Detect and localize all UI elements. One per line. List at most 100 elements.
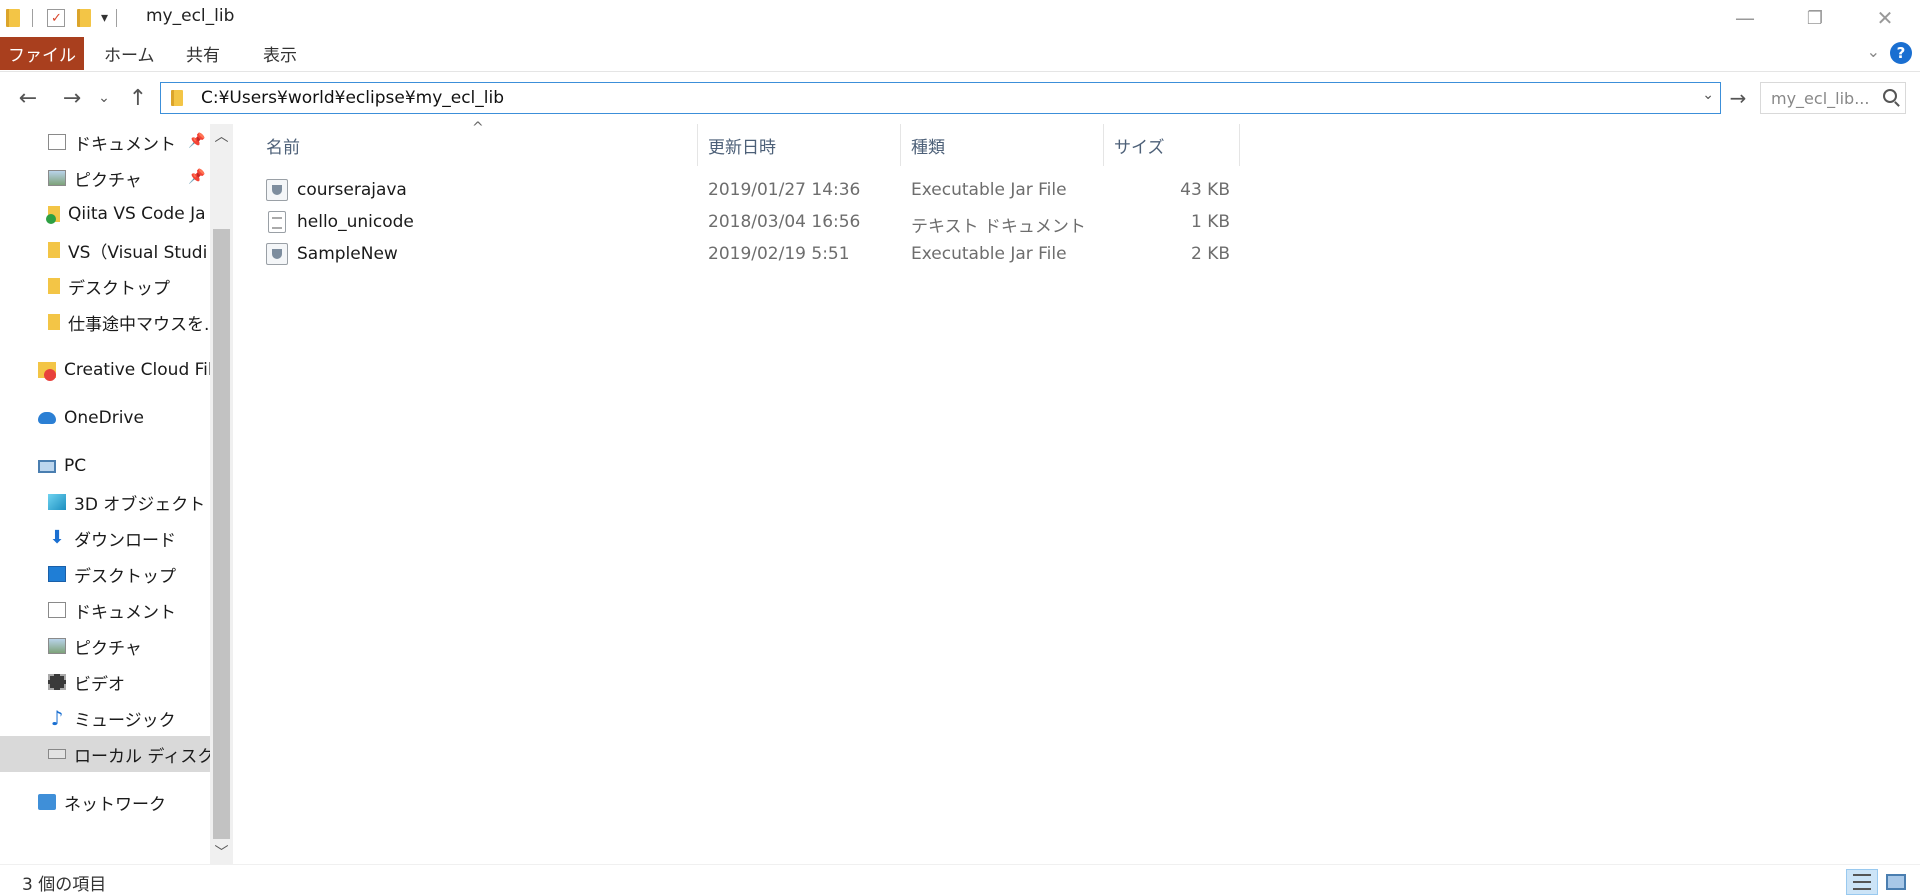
sidebar-item-desktop-quick[interactable]: デスクトップ (48, 268, 210, 304)
window-title: my_ecl_lib (146, 6, 235, 26)
tab-file[interactable]: ファイル (0, 37, 84, 70)
file-size: 43 KB (1180, 180, 1230, 200)
new-folder-icon[interactable] (77, 9, 91, 27)
restore-button[interactable]: ❐ (1780, 0, 1850, 36)
sidebar-item-3d-objects[interactable]: 3D オブジェクト (48, 484, 210, 520)
sidebar-scrollbar[interactable]: ︿ ﹀ (210, 124, 233, 864)
search-icon[interactable] (1883, 89, 1897, 103)
sidebar-item-documents[interactable]: ドキュメント (48, 592, 210, 628)
address-path[interactable]: C:¥Users¥world¥eclipse¥my_ecl_lib (201, 88, 504, 108)
column-header-type[interactable]: 種類 (901, 124, 1104, 166)
synced-folder-icon (46, 206, 60, 224)
desktop-icon (48, 566, 66, 582)
file-list: ^ 名前 更新日時 種類 サイズ courserajava 2019/01/27… (240, 120, 1920, 864)
help-icon[interactable]: ? (1890, 42, 1912, 64)
file-size: 1 KB (1190, 212, 1230, 232)
column-header-size[interactable]: サイズ (1104, 124, 1240, 166)
up-button[interactable]: ↑ (124, 82, 152, 114)
column-header-modified[interactable]: 更新日時 (698, 124, 901, 166)
documents-icon (48, 602, 66, 618)
sidebar-item-downloads[interactable]: ⬇ ダウンロード (48, 520, 210, 556)
close-button[interactable]: ✕ (1850, 0, 1920, 36)
file-name[interactable]: courserajava (297, 180, 407, 200)
sidebar-item-pc[interactable]: PC (38, 448, 210, 484)
separator (116, 9, 118, 27)
search-placeholder: my_ecl_lib... (1771, 88, 1870, 108)
go-button[interactable]: → (1724, 82, 1752, 114)
customize-quick-access-icon[interactable]: ▾ (101, 10, 108, 26)
file-type: テキスト ドキュメント (911, 217, 1086, 237)
address-bar[interactable]: C:¥Users¥world¥eclipse¥my_ecl_lib ⌄ (160, 82, 1721, 114)
recent-locations-button[interactable]: ⌄ (94, 82, 114, 114)
sidebar-item-network[interactable]: ネットワーク (38, 784, 210, 820)
details-view-icon (1853, 874, 1871, 890)
ribbon: ファイル ホーム 共有 表示 ⌄ ? (0, 36, 1920, 72)
status-bar: 3 個の項目 (0, 864, 1920, 896)
3d-objects-icon (48, 494, 66, 510)
folder-icon (48, 242, 60, 258)
search-input[interactable]: my_ecl_lib... (1760, 82, 1906, 114)
sidebar-item-desktop[interactable]: デスクトップ (48, 556, 210, 592)
sidebar-item-onedrive[interactable]: OneDrive (38, 400, 210, 436)
table-row[interactable]: courserajava 2019/01/27 14:36 Executable… (240, 174, 1240, 206)
details-view-button[interactable] (1846, 869, 1878, 895)
sidebar-item-pictures-quick[interactable]: ピクチャ (48, 160, 210, 196)
file-modified: 2018/03/04 16:56 (708, 212, 861, 232)
sidebar-item-vs[interactable]: VS（Visual Studi (48, 232, 210, 268)
jar-file-icon (266, 243, 288, 265)
sidebar-item-documents-quick[interactable]: ドキュメント (48, 124, 210, 160)
column-header-name[interactable]: 名前 (240, 124, 698, 166)
properties-icon[interactable]: ✓ (47, 9, 65, 27)
jar-file-icon (266, 179, 288, 201)
large-icons-view-icon (1886, 874, 1906, 890)
text-file-icon (268, 211, 286, 233)
videos-icon (48, 674, 66, 690)
onedrive-icon (38, 412, 56, 424)
file-size: 2 KB (1190, 244, 1230, 264)
sidebar-item-work-folder[interactable]: 仕事途中マウスを. (48, 304, 210, 340)
address-dropdown-icon[interactable]: ⌄ (1702, 87, 1714, 103)
folder-icon (171, 90, 183, 106)
downloads-icon: ⬇ (49, 527, 65, 548)
folder-icon (48, 278, 60, 294)
pictures-icon (48, 638, 66, 654)
file-modified: 2019/01/27 14:36 (708, 180, 861, 200)
table-row[interactable]: SampleNew 2019/02/19 5:51 Executable Jar… (240, 238, 1240, 270)
folder-icon (48, 314, 60, 330)
file-name[interactable]: SampleNew (297, 244, 398, 264)
music-icon: ♪ (50, 706, 64, 730)
table-row[interactable]: hello_unicode 2018/03/04 16:56 テキスト ドキュメ… (240, 206, 1240, 238)
sidebar-item-local-disk[interactable]: ローカル ディスク (C (0, 736, 210, 772)
quick-access-toolbar: ✓ ▾ (6, 4, 118, 32)
network-icon (38, 794, 56, 810)
sidebar-item-videos[interactable]: ビデオ (48, 664, 210, 700)
local-disk-icon (48, 749, 66, 759)
sidebar-item-qiita[interactable]: Qiita VS Code Ja (46, 196, 210, 232)
scrollbar-thumb[interactable] (213, 229, 230, 839)
navigation-bar: ← → ⌄ ↑ C:¥Users¥world¥eclipse¥my_ecl_li… (0, 78, 1920, 120)
minimize-button[interactable]: — (1710, 0, 1780, 36)
item-count: 3 個の項目 (22, 875, 107, 895)
file-type: Executable Jar File (911, 244, 1067, 264)
tab-view[interactable]: 表示 (263, 36, 297, 70)
folder-icon (6, 9, 20, 27)
pin-icon: 📌 (188, 169, 206, 185)
file-name[interactable]: hello_unicode (297, 212, 414, 232)
sidebar-item-creative-cloud[interactable]: Creative Cloud File (38, 352, 210, 388)
sidebar-item-music[interactable]: ♪ ミュージック (48, 700, 210, 736)
pc-icon (38, 459, 56, 473)
title-bar: ✓ ▾ my_ecl_lib — ❐ ✕ (0, 0, 1920, 36)
creative-cloud-icon (38, 362, 56, 381)
scroll-up-icon[interactable]: ︿ (210, 124, 233, 148)
scroll-down-icon[interactable]: ﹀ (210, 840, 233, 864)
forward-button[interactable]: → (58, 82, 86, 114)
tab-home[interactable]: ホーム (104, 36, 155, 70)
tab-share[interactable]: 共有 (186, 36, 220, 70)
pictures-icon (48, 170, 66, 186)
sidebar-item-pictures[interactable]: ピクチャ (48, 628, 210, 664)
separator (32, 9, 33, 27)
documents-icon (48, 134, 66, 150)
large-icons-view-button[interactable] (1880, 869, 1912, 895)
expand-ribbon-icon[interactable]: ⌄ (1867, 42, 1880, 61)
back-button[interactable]: ← (14, 82, 42, 114)
